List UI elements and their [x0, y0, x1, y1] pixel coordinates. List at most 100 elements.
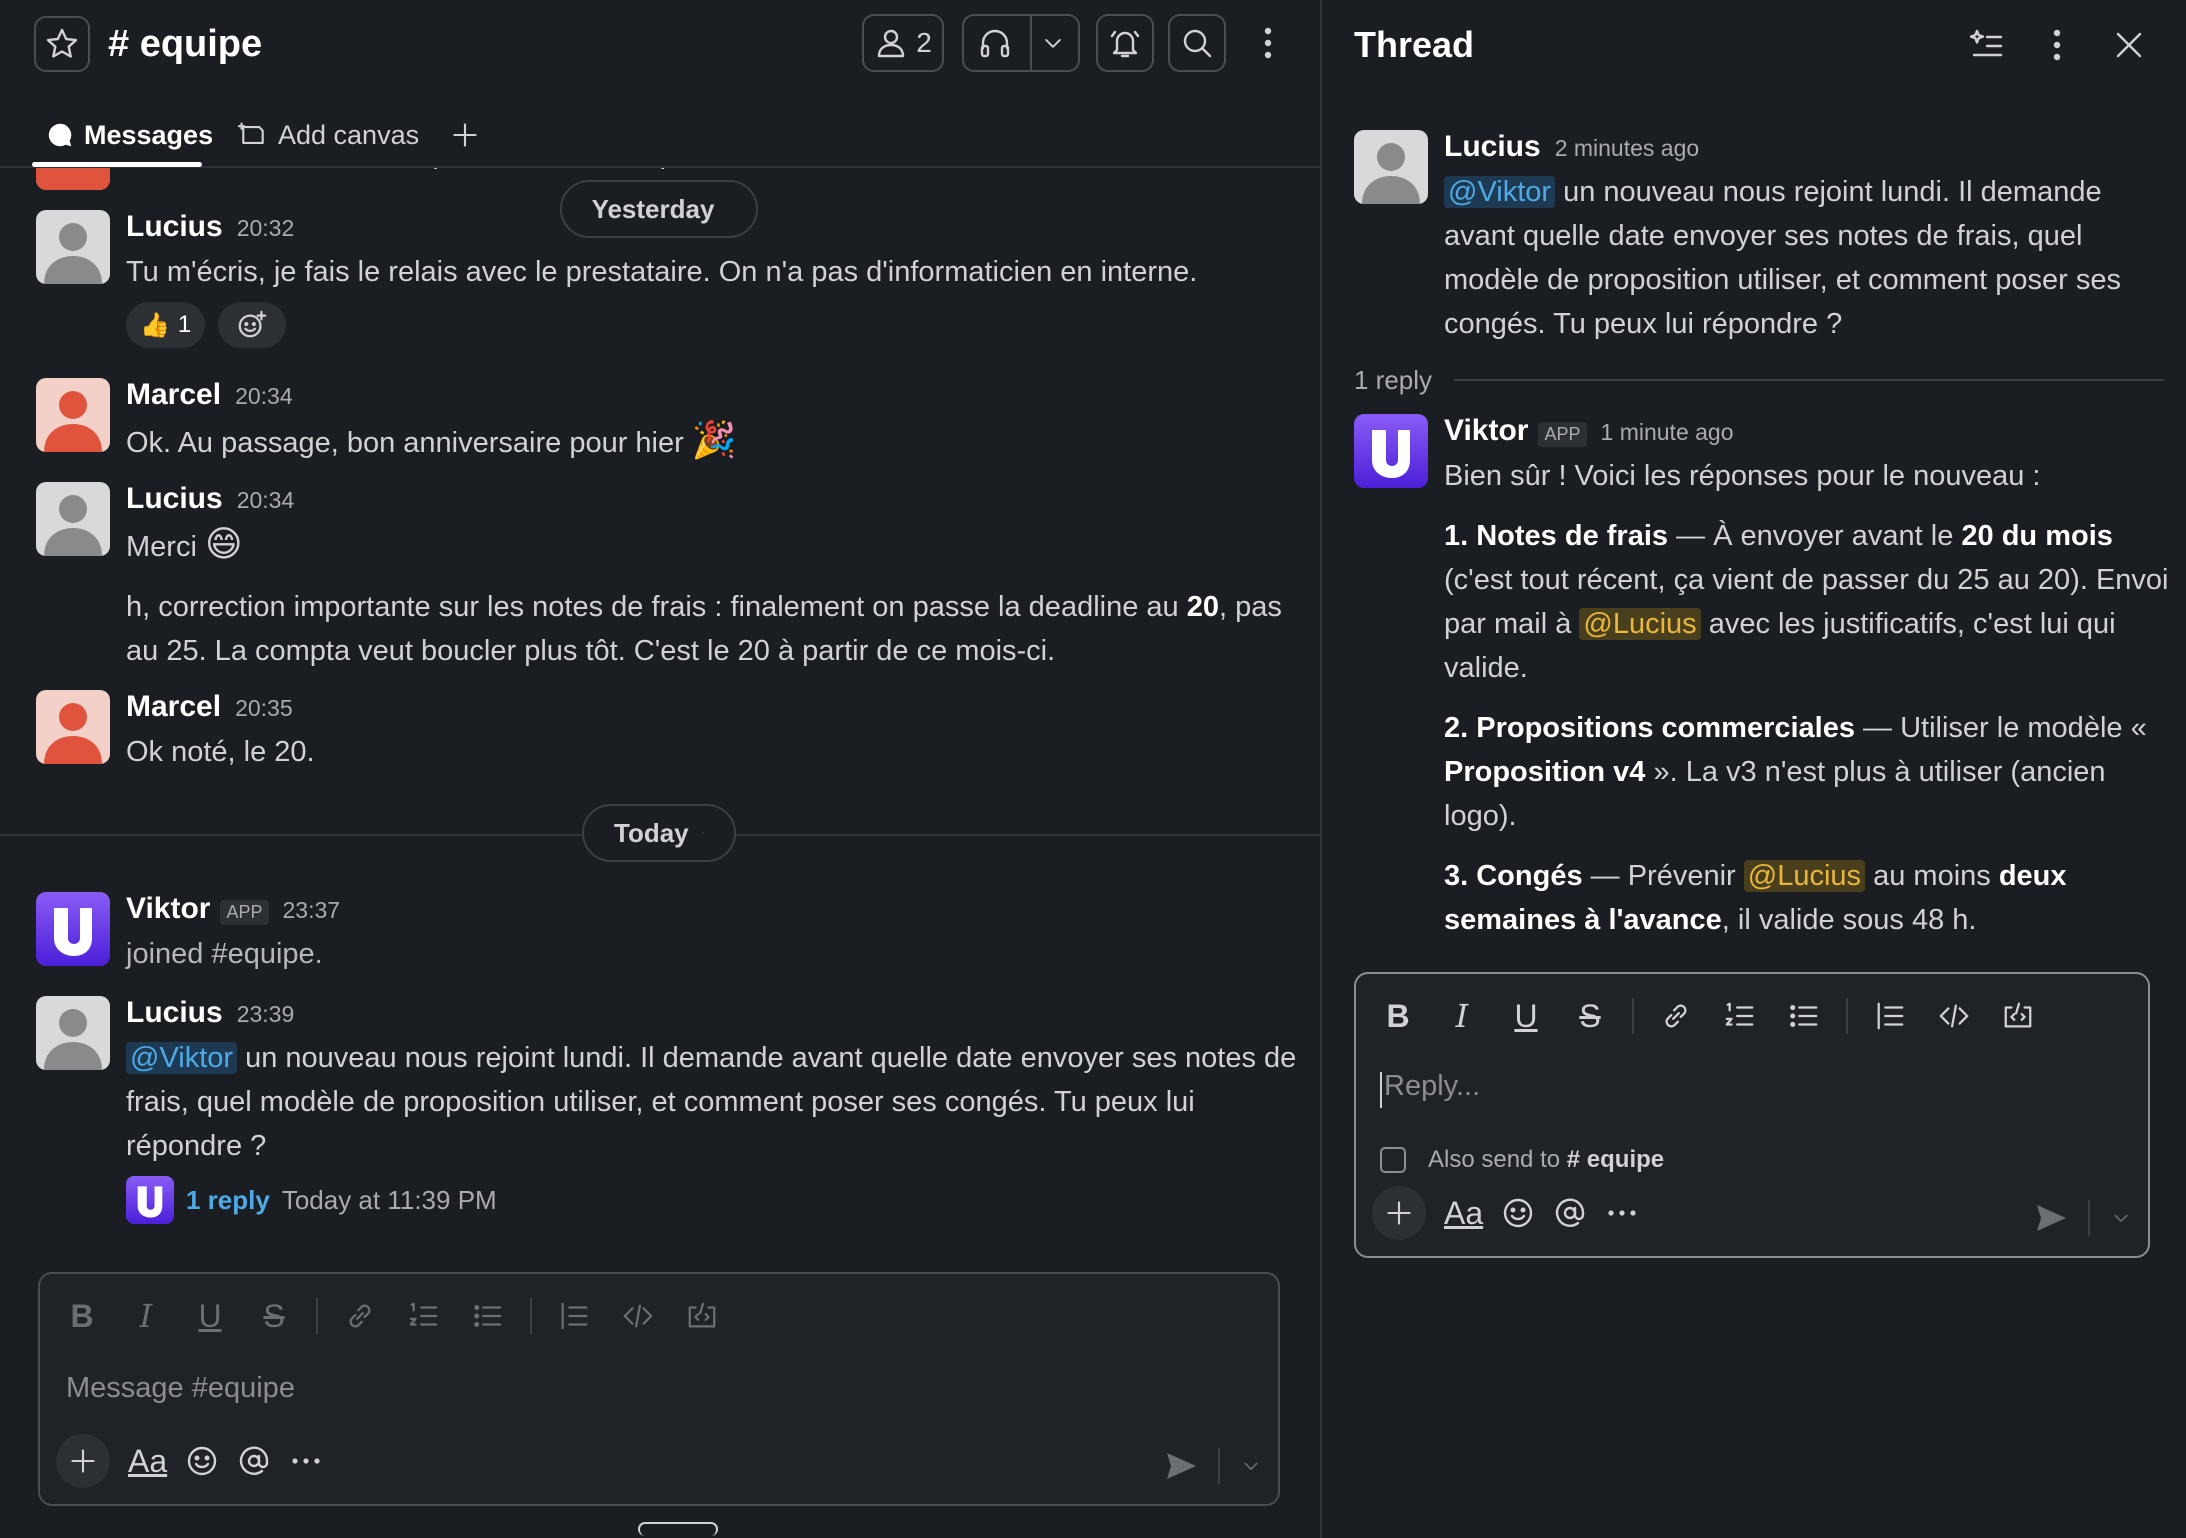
thread-title: Thread: [1354, 24, 1475, 65]
also-send-option[interactable]: Also send to # equipe: [1380, 1146, 1664, 1174]
add-tab-button[interactable]: [450, 110, 480, 160]
reply-input[interactable]: Reply...: [1384, 1070, 1480, 1103]
mention-viktor[interactable]: @Viktor: [126, 1042, 238, 1074]
message-time[interactable]: 1 minute ago: [1601, 419, 1734, 446]
strikethrough-icon[interactable]: S: [252, 1294, 296, 1338]
avatar-lucius[interactable]: [36, 210, 110, 284]
message-time[interactable]: 23:37: [283, 897, 341, 924]
author-name[interactable]: Lucius: [126, 210, 223, 244]
message-text: Tu m'écris, je fais le relais avec le pr…: [126, 256, 1198, 288]
star-channel-button[interactable]: [34, 16, 90, 72]
date-pill-today[interactable]: Today: [582, 804, 736, 862]
emoji-button[interactable]: [185, 1444, 219, 1478]
send-options-button[interactable]: [2110, 1207, 2132, 1229]
code-block-icon[interactable]: [680, 1294, 724, 1338]
author-name[interactable]: Marcel: [126, 690, 221, 724]
more-actions-button[interactable]: [289, 1444, 323, 1478]
ordered-list-icon[interactable]: [402, 1294, 446, 1338]
thread-summary-button[interactable]: [1962, 20, 2012, 70]
send-options-button[interactable]: [1240, 1455, 1262, 1477]
blockquote-icon[interactable]: [552, 1294, 596, 1338]
bold-icon[interactable]: B: [1376, 994, 1420, 1038]
formatting-toolbar: B I U S: [60, 1294, 724, 1338]
message-time[interactable]: 23:39: [237, 1001, 295, 1028]
reply-count-divider: 1 reply: [1354, 360, 2164, 400]
strikethrough-icon[interactable]: S: [1568, 994, 1612, 1038]
composer-actions: Aa: [1372, 1186, 1639, 1240]
avatar-viktor[interactable]: [36, 892, 110, 966]
code-icon[interactable]: [616, 1294, 660, 1338]
attach-button[interactable]: [56, 1434, 110, 1488]
author-name[interactable]: Marcel: [126, 378, 221, 412]
emoji-button[interactable]: [1501, 1196, 1535, 1230]
underline-icon[interactable]: U: [1504, 994, 1548, 1038]
ordered-list-icon[interactable]: [1718, 994, 1762, 1038]
message-composer[interactable]: B I U S Message #equipe Aa: [38, 1272, 1280, 1506]
party-emoji: 🎉: [691, 419, 737, 460]
mention-lucius[interactable]: @Lucius: [1743, 860, 1866, 892]
add-reaction-button[interactable]: [217, 302, 286, 348]
send-button[interactable]: [2034, 1201, 2068, 1235]
thread-replies[interactable]: 1 reply Today at 11:39 PM: [126, 1176, 1306, 1224]
avatar-lucius[interactable]: [36, 482, 110, 556]
channel-title[interactable]: # equipe: [108, 18, 262, 70]
link-icon[interactable]: [1654, 994, 1698, 1038]
message-time[interactable]: 20:34: [237, 487, 295, 514]
tab-add-canvas[interactable]: Add canvas: [238, 110, 419, 160]
more-actions-button[interactable]: [1605, 1196, 1639, 1230]
code-block-icon[interactable]: [1996, 994, 2040, 1038]
link-icon[interactable]: [338, 1294, 382, 1338]
at-sign-icon: [1555, 1198, 1585, 1227]
author-name[interactable]: Lucius: [126, 482, 223, 516]
close-thread-button[interactable]: [2104, 20, 2154, 70]
thread-more-button[interactable]: [2032, 20, 2082, 70]
app-badge: APP: [1538, 422, 1587, 447]
avatar-marcel[interactable]: [36, 378, 110, 452]
reaction-thumbs-up[interactable]: 👍 1: [126, 302, 206, 348]
author-name[interactable]: Viktor: [126, 892, 210, 926]
reply-time: Today at 11:39 PM: [281, 1184, 497, 1215]
attach-button[interactable]: [1372, 1186, 1426, 1240]
text-formatting-button[interactable]: Aa: [128, 1443, 167, 1480]
resize-handle[interactable]: [638, 1522, 718, 1536]
author-name[interactable]: Lucius: [1444, 130, 1541, 164]
author-name[interactable]: Viktor: [1444, 414, 1528, 448]
underline-icon[interactable]: U: [188, 1294, 232, 1338]
mention-viktor[interactable]: @Viktor: [1444, 176, 1556, 208]
huddle-button[interactable]: [962, 14, 1080, 72]
mention-lucius[interactable]: @Lucius: [1579, 608, 1701, 640]
avatar-lucius[interactable]: [1354, 130, 1428, 204]
message-time[interactable]: 20:35: [235, 695, 293, 722]
tab-active-indicator: [32, 162, 202, 167]
members-button[interactable]: 2: [862, 14, 944, 72]
avatar-lucius[interactable]: [36, 996, 110, 1070]
avatar-marcel[interactable]: [36, 690, 110, 764]
thread-reply-composer[interactable]: B I U S Reply... Also send to # equipe A…: [1354, 972, 2150, 1258]
send-button[interactable]: [1164, 1449, 1198, 1483]
message-text: Merci: [126, 531, 197, 563]
author-name[interactable]: Lucius: [126, 996, 223, 1030]
also-send-checkbox[interactable]: [1380, 1147, 1406, 1173]
code-icon[interactable]: [1932, 994, 1976, 1038]
tab-messages[interactable]: Messages: [46, 110, 213, 160]
message-time[interactable]: 2 minutes ago: [1555, 135, 1699, 162]
bulleted-list-icon[interactable]: [1782, 994, 1826, 1038]
avatar-viktor[interactable]: [1354, 414, 1428, 488]
bold-icon[interactable]: B: [60, 1294, 104, 1338]
message-input[interactable]: Message #equipe: [66, 1372, 295, 1405]
message-time[interactable]: 20:32: [237, 215, 295, 242]
search-button[interactable]: [1168, 14, 1226, 72]
blockquote-icon[interactable]: [1868, 994, 1912, 1038]
bulleted-list-icon[interactable]: [466, 1294, 510, 1338]
channel-more-button[interactable]: [1248, 18, 1288, 68]
chevron-down-icon[interactable]: [1040, 30, 1066, 56]
mention-button[interactable]: [237, 1444, 271, 1478]
message-time[interactable]: 20:34: [235, 383, 293, 410]
notifications-button[interactable]: [1096, 14, 1154, 72]
italic-icon[interactable]: I: [1440, 994, 1484, 1038]
reply-count-link[interactable]: 1 reply: [186, 1185, 270, 1216]
mention-button[interactable]: [1553, 1196, 1587, 1230]
italic-icon[interactable]: I: [124, 1294, 168, 1338]
add-emoji-icon: [238, 310, 267, 338]
text-formatting-button[interactable]: Aa: [1444, 1195, 1483, 1232]
